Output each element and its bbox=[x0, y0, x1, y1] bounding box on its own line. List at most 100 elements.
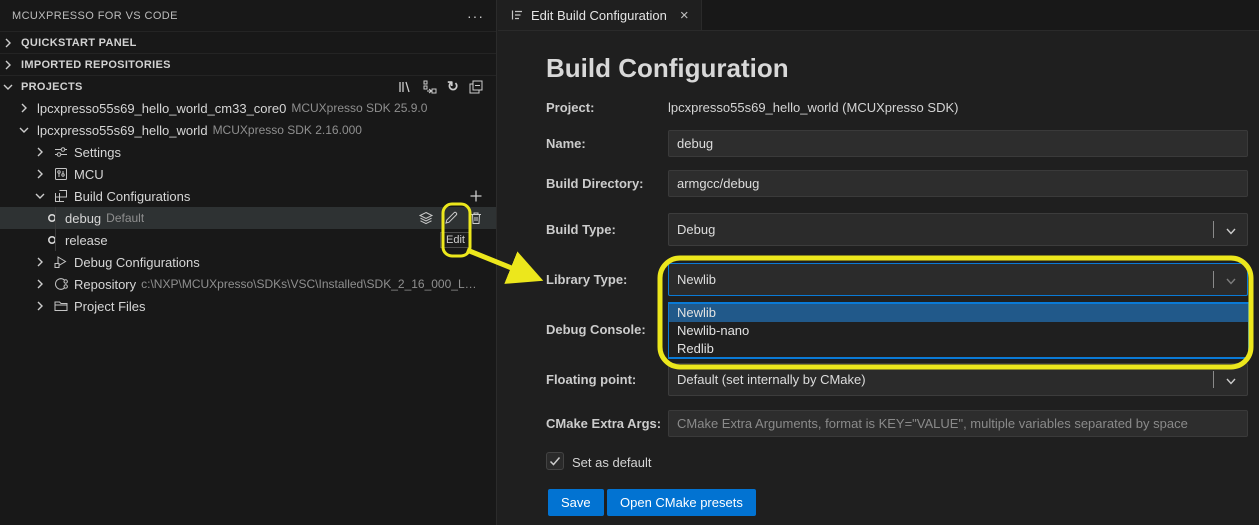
import-project-icon[interactable] bbox=[422, 79, 438, 95]
debug-console-label: Debug Console: bbox=[546, 322, 646, 337]
chevron-down-icon bbox=[0, 79, 16, 95]
option-newlib[interactable]: Newlib bbox=[669, 304, 1248, 322]
tree-item-description: c:\NXP\MCUXpresso\SDKs\VSC\Installed\SDK… bbox=[141, 277, 484, 291]
tree-item-label: debug bbox=[65, 211, 101, 226]
webview-list-icon bbox=[510, 8, 524, 22]
tree-item-label: release bbox=[65, 233, 108, 248]
tree-item-debug-config[interactable]: debug Default bbox=[0, 207, 496, 229]
chevron-down-icon bbox=[1224, 224, 1238, 238]
tree-item-label: Debug Configurations bbox=[74, 255, 200, 270]
cmake-extra-args-label: CMake Extra Args: bbox=[546, 416, 661, 431]
section-projects[interactable]: PROJECTS ↻ bbox=[0, 75, 496, 97]
tree-item-description: Default bbox=[106, 211, 144, 225]
chevron-right-icon bbox=[32, 276, 48, 292]
name-input[interactable] bbox=[668, 130, 1248, 157]
library-type-value: Newlib bbox=[677, 272, 716, 287]
tree-item-label: Settings bbox=[74, 145, 121, 160]
set-as-default-checkbox[interactable] bbox=[546, 452, 564, 470]
option-redlib[interactable]: Redlib bbox=[669, 340, 1248, 358]
sidebar: MCUXPRESSO FOR VS CODE ··· QUICKSTART PA… bbox=[0, 0, 497, 525]
open-cmake-presets-button[interactable]: Open CMake presets bbox=[607, 489, 756, 516]
chevron-right-icon bbox=[32, 144, 48, 160]
debug-configurations-icon bbox=[53, 254, 69, 270]
mcu-chip-icon bbox=[53, 166, 69, 182]
tree-item-mcu[interactable]: MCU bbox=[0, 163, 496, 185]
set-as-default-label: Set as default bbox=[572, 455, 652, 470]
floating-point-select[interactable]: Default (set internally by CMake) bbox=[668, 363, 1248, 396]
tree-item-project-hello-world[interactable]: lpcxpresso55s69_hello_world MCUXpresso S… bbox=[0, 119, 496, 141]
tree-indent-guide bbox=[55, 207, 56, 251]
config-bullet-icon bbox=[44, 210, 60, 226]
tree-item-label: lpcxpresso55s69_hello_world_cm33_core0 bbox=[37, 101, 286, 116]
edit-pencil-icon[interactable] bbox=[443, 210, 459, 226]
library-type-select[interactable]: Newlib bbox=[668, 263, 1248, 296]
section-quickstart-panel[interactable]: QUICKSTART PANEL bbox=[0, 31, 496, 53]
tree-item-debug-configurations[interactable]: Debug Configurations bbox=[0, 251, 496, 273]
repository-icon bbox=[53, 276, 69, 292]
section-imported-repositories[interactable]: IMPORTED REPOSITORIES bbox=[0, 53, 496, 75]
build-directory-input[interactable] bbox=[668, 170, 1248, 197]
floating-point-value: Default (set internally by CMake) bbox=[677, 372, 866, 387]
section-label: PROJECTS bbox=[21, 81, 83, 93]
chevron-right-icon bbox=[32, 254, 48, 270]
chevron-down-icon bbox=[1224, 274, 1238, 288]
settings-sliders-icon bbox=[53, 144, 69, 160]
name-label: Name: bbox=[546, 136, 586, 151]
chevron-down-icon bbox=[32, 188, 48, 204]
chevron-right-icon bbox=[0, 35, 16, 51]
tree-item-description: MCUXpresso SDK 25.9.0 bbox=[291, 101, 427, 115]
build-directory-label: Build Directory: bbox=[546, 176, 644, 191]
option-newlib-nano[interactable]: Newlib-nano bbox=[669, 322, 1248, 340]
checkmark-icon bbox=[548, 454, 562, 468]
tab-title: Edit Build Configuration bbox=[531, 8, 667, 23]
chevron-right-icon bbox=[32, 166, 48, 182]
more-actions-icon[interactable]: ··· bbox=[467, 8, 484, 24]
editor-area: Edit Build Configuration × Build Configu… bbox=[498, 0, 1259, 525]
chevron-right-icon bbox=[16, 100, 32, 116]
page-title: Build Configuration bbox=[546, 53, 789, 84]
library-type-label: Library Type: bbox=[546, 272, 627, 287]
config-bullet-icon bbox=[44, 232, 60, 248]
folder-icon bbox=[53, 298, 69, 314]
library-type-options-list: Newlib Newlib-nano Redlib bbox=[668, 302, 1249, 359]
tree-item-build-configurations[interactable]: Build Configurations bbox=[0, 185, 496, 207]
project-value: lpcxpresso55s69_hello_world (MCUXpresso … bbox=[668, 100, 958, 115]
tree-item-label: MCU bbox=[74, 167, 104, 182]
select-separator bbox=[1213, 371, 1214, 388]
tree-item-settings[interactable]: Settings bbox=[0, 141, 496, 163]
chevron-right-icon bbox=[32, 298, 48, 314]
collapse-all-icon[interactable] bbox=[468, 79, 484, 95]
refresh-icon[interactable]: ↻ bbox=[447, 78, 459, 95]
sidebar-header: MCUXPRESSO FOR VS CODE ··· bbox=[0, 0, 496, 31]
close-icon[interactable]: × bbox=[680, 7, 689, 24]
duplicate-layers-icon[interactable] bbox=[418, 210, 434, 226]
chevron-right-icon bbox=[0, 57, 16, 73]
editor-tab-bar: Edit Build Configuration × bbox=[498, 0, 1259, 31]
tree-item-release-config[interactable]: release bbox=[0, 229, 496, 251]
chevron-down-icon bbox=[16, 122, 32, 138]
cmake-extra-args-input[interactable] bbox=[668, 410, 1248, 437]
tab-edit-build-configuration[interactable]: Edit Build Configuration × bbox=[498, 0, 702, 30]
save-button[interactable]: Save bbox=[548, 489, 604, 516]
add-build-config-icon[interactable] bbox=[468, 188, 484, 204]
library-icon[interactable] bbox=[397, 79, 413, 95]
build-type-select[interactable]: Debug bbox=[668, 213, 1248, 246]
floating-point-label: Floating point: bbox=[546, 372, 636, 387]
edit-tooltip: Edit bbox=[440, 232, 471, 248]
tree-item-description: MCUXpresso SDK 2.16.000 bbox=[213, 123, 362, 137]
tree-item-repository[interactable]: Repository c:\NXP\MCUXpresso\SDKs\VSC\In… bbox=[0, 273, 496, 295]
tree-item-label: lpcxpresso55s69_hello_world bbox=[37, 123, 208, 138]
build-type-label: Build Type: bbox=[546, 222, 616, 237]
tree-item-project-files[interactable]: Project Files bbox=[0, 295, 496, 317]
delete-trash-icon[interactable] bbox=[468, 210, 484, 226]
select-separator bbox=[1213, 221, 1214, 238]
build-type-value: Debug bbox=[677, 222, 715, 237]
tree-item-label: Build Configurations bbox=[74, 189, 190, 204]
tree-item-project-cm33-core0[interactable]: lpcxpresso55s69_hello_world_cm33_core0 M… bbox=[0, 97, 496, 119]
section-label: IMPORTED REPOSITORIES bbox=[21, 59, 171, 71]
section-label: QUICKSTART PANEL bbox=[21, 37, 137, 49]
mcuxpresso-vscode-window: MCUXPRESSO FOR VS CODE ··· QUICKSTART PA… bbox=[0, 0, 1259, 525]
build-configurations-icon bbox=[53, 188, 69, 204]
project-label: Project: bbox=[546, 100, 594, 115]
select-separator bbox=[1213, 271, 1214, 288]
